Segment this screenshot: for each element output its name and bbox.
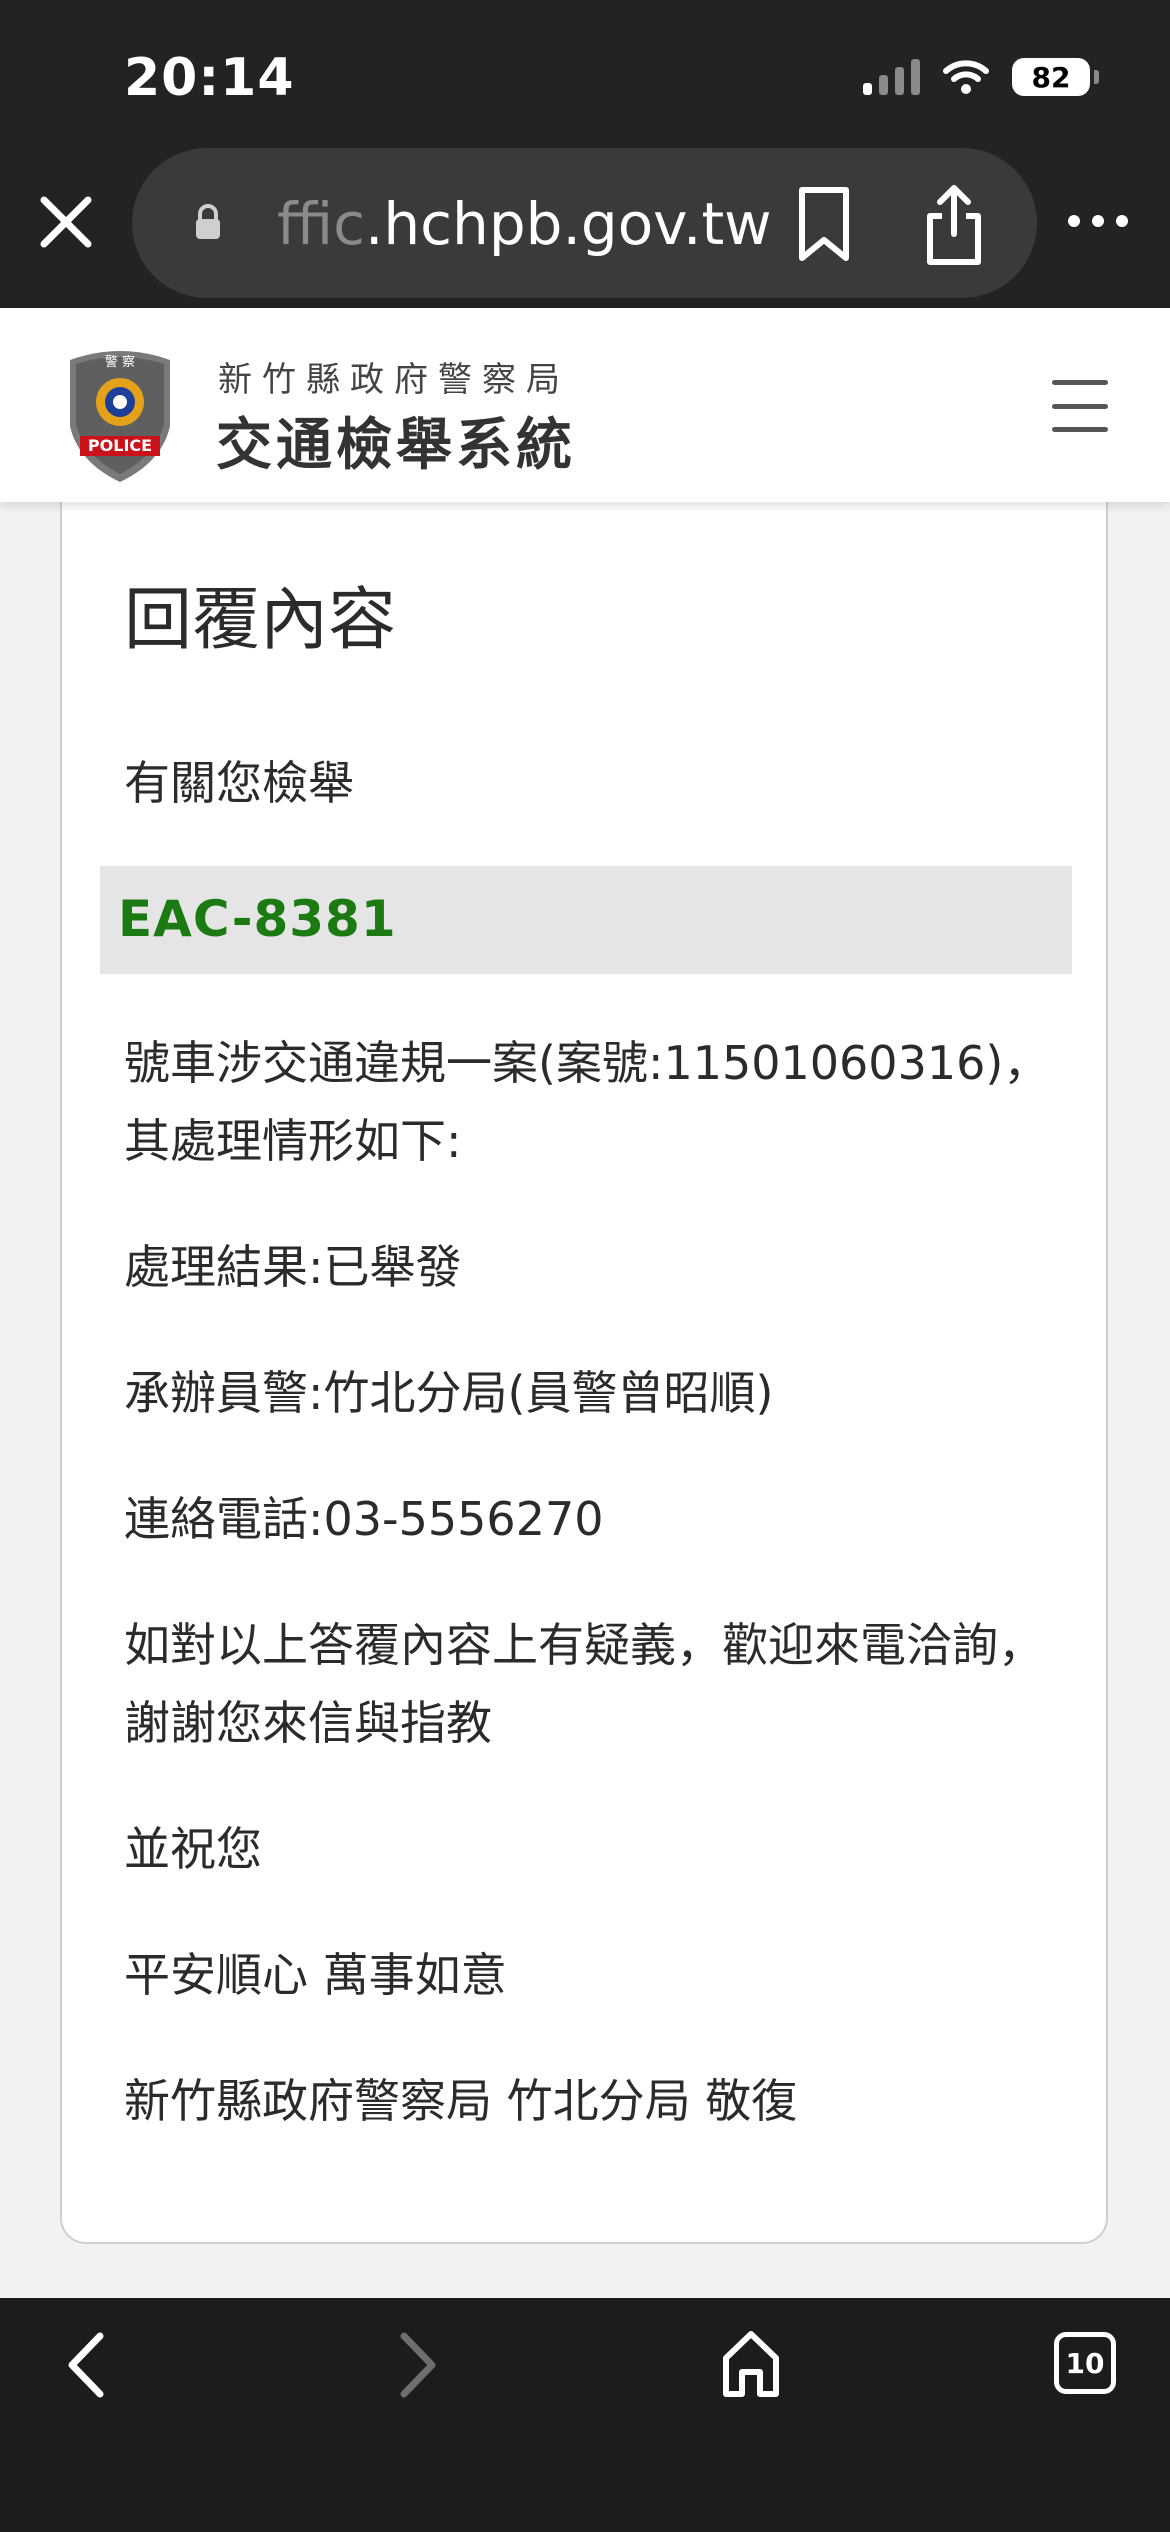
status-icons: 82 (863, 58, 1099, 96)
status-time: 20:14 (124, 48, 295, 108)
police-badge-logo[interactable]: 警 察 POLICE (62, 344, 178, 484)
close-icon[interactable] (34, 190, 98, 254)
plate-highlight: EAC-8381 (100, 866, 1072, 974)
handling-officer: 承辦員警:竹北分局(員警曾昭順) (124, 1366, 774, 1420)
reply-intro: 有關您檢舉 (124, 756, 354, 810)
logo-text: POLICE (88, 436, 152, 455)
url-domain: .hchpb.gov.tw (364, 190, 772, 258)
tab-count: 10 (1065, 2346, 1105, 2380)
tabs-button[interactable]: 10 (1054, 2332, 1116, 2394)
system-name: 交通檢舉系統 (216, 413, 576, 478)
cellular-signal-icon (863, 59, 920, 95)
address-bar[interactable]: ffic.hchpb.gov.tw (132, 148, 1037, 298)
license-plate: EAC-8381 (118, 890, 397, 948)
case-description: 號車涉交通違規一案(案號:11501060316)，其處理情形如下: (124, 1036, 1050, 1168)
greeting-line: 並祝您 (124, 1822, 262, 1876)
url-text[interactable]: ffic.hchpb.gov.tw (277, 190, 877, 258)
lock-icon (196, 204, 220, 239)
site-header: 警 察 POLICE 新竹縣政府警察局 交通檢舉系統 (0, 308, 1170, 502)
contact-phone: 連絡電話:03-5556270 (124, 1492, 604, 1546)
browser-chrome: 20:14 82 ffic.hchpb.gov.tw (0, 0, 1170, 308)
wifi-icon (943, 60, 989, 94)
wishes-line: 平安順心 萬事如意 (124, 1948, 507, 2002)
bookmark-icon[interactable] (792, 186, 856, 262)
processing-result: 處理結果:已舉發 (124, 1240, 462, 1294)
share-icon[interactable] (922, 182, 986, 266)
browser-toolbar: 10 (0, 2298, 1170, 2532)
signature: 新竹縣政府警察局 竹北分局 敬復 (124, 2074, 798, 2128)
reply-card: 回覆內容 有關您檢舉 EAC-8381 號車涉交通違規一案(案號:1150106… (60, 470, 1108, 2244)
reply-title: 回覆內容 (124, 581, 397, 660)
url-faded-part: ffic (277, 190, 365, 258)
battery-indicator: 82 (1012, 58, 1099, 96)
inquiry-note: 如對以上答覆內容上有疑義，歡迎來電洽詢，謝謝您來信與指教 (124, 1618, 1044, 1750)
logo-top-text: 警 察 (105, 354, 135, 370)
forward-icon[interactable] (394, 2330, 442, 2400)
back-icon[interactable] (62, 2330, 110, 2400)
menu-icon[interactable] (1052, 380, 1108, 432)
org-name: 新竹縣政府警察局 (218, 360, 570, 400)
more-options-icon[interactable] (1066, 206, 1130, 236)
home-icon[interactable] (720, 2328, 782, 2400)
